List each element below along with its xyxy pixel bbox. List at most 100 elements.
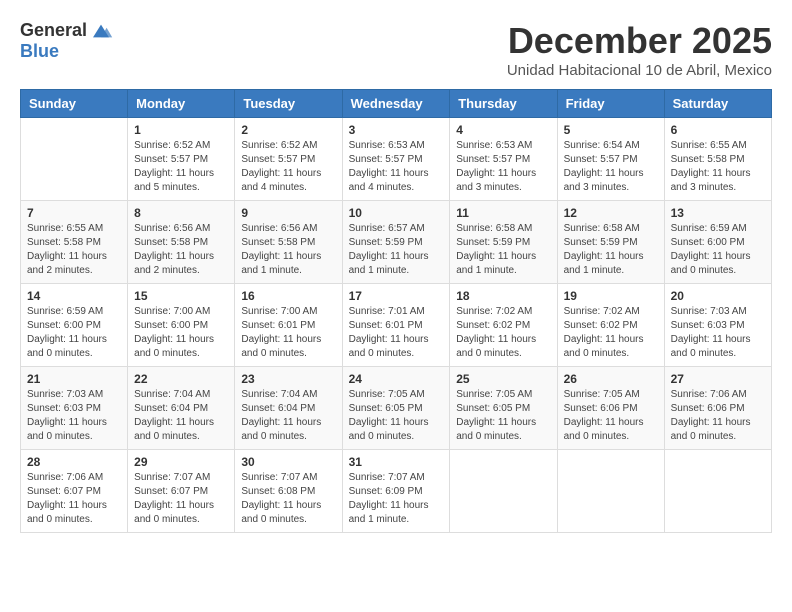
day-number: 15 <box>134 289 228 303</box>
calendar-cell: 15 Sunrise: 7:00 AMSunset: 6:00 PMDayligh… <box>128 284 235 367</box>
day-number: 4 <box>456 123 550 137</box>
day-number: 16 <box>241 289 335 303</box>
calendar-header-wednesday: Wednesday <box>342 90 450 118</box>
calendar-cell: 21Sunrise: 7:03 AMSunset: 6:03 PMDayligh… <box>21 367 128 450</box>
calendar-cell: 10 Sunrise: 6:57 AMSunset: 5:59 PMDayligh… <box>342 201 450 284</box>
title-block: December 2025 Unidad Habitacional 10 de … <box>507 20 772 79</box>
logo-blue-text: Blue <box>20 41 59 62</box>
calendar-cell: 4 Sunrise: 6:53 AMSunset: 5:57 PMDaylight… <box>450 118 557 201</box>
calendar-cell: 17 Sunrise: 7:01 AMSunset: 6:01 PMDayligh… <box>342 284 450 367</box>
day-number: 26 <box>564 372 658 386</box>
day-number: 3 <box>349 123 444 137</box>
day-info: Sunrise: 7:02 AMSunset: 6:02 PMDaylight:… <box>456 305 550 361</box>
day-number: 12 <box>564 206 658 220</box>
location-subtitle: Unidad Habitacional 10 de Abril, Mexico <box>507 62 772 79</box>
calendar-cell: 3 Sunrise: 6:53 AMSunset: 5:57 PMDaylight… <box>342 118 450 201</box>
day-number: 2 <box>241 123 335 137</box>
calendar-cell: 23Sunrise: 7:04 AMSunset: 6:04 PMDayligh… <box>235 367 342 450</box>
calendar-cell: 22 Sunrise: 7:04 AMSunset: 6:04 PMDayligh… <box>128 367 235 450</box>
calendar-week-row: 14 Sunrise: 6:59 AMSunset: 6:00 PMDayligh… <box>21 284 772 367</box>
day-number: 21 <box>27 372 121 386</box>
calendar-cell: 5Sunrise: 6:54 AMSunset: 5:57 PMDaylight… <box>557 118 664 201</box>
day-info: Sunrise: 6:54 AMSunset: 5:57 PMDaylight:… <box>564 139 658 195</box>
calendar-header-saturday: Saturday <box>664 90 771 118</box>
calendar-header-sunday: Sunday <box>21 90 128 118</box>
day-info: Sunrise: 7:02 AMSunset: 6:02 PMDaylight:… <box>564 305 658 361</box>
logo: General Blue <box>20 20 113 62</box>
calendar-cell: 2Sunrise: 6:52 AMSunset: 5:57 PMDaylight… <box>235 118 342 201</box>
calendar-cell: 19 Sunrise: 7:02 AMSunset: 6:02 PMDayligh… <box>557 284 664 367</box>
calendar-table: SundayMondayTuesdayWednesdayThursdayFrid… <box>20 89 772 533</box>
calendar-header-thursday: Thursday <box>450 90 557 118</box>
logo-general-text: General <box>20 20 87 41</box>
day-info: Sunrise: 7:01 AMSunset: 6:01 PMDaylight:… <box>349 305 444 361</box>
day-number: 24 <box>349 372 444 386</box>
day-info: Sunrise: 6:55 AMSunset: 5:58 PMDaylight:… <box>671 139 765 195</box>
day-number: 30 <box>241 455 335 469</box>
calendar-cell: 30 Sunrise: 7:07 AMSunset: 6:08 PMDayligh… <box>235 450 342 533</box>
day-number: 18 <box>456 289 550 303</box>
calendar-cell <box>21 118 128 201</box>
day-number: 31 <box>349 455 444 469</box>
calendar-cell: 20Sunrise: 7:03 AMSunset: 6:03 PMDayligh… <box>664 284 771 367</box>
day-info: Sunrise: 7:06 AMSunset: 6:07 PMDaylight:… <box>27 471 121 527</box>
day-info: Sunrise: 6:56 AMSunset: 5:58 PMDaylight:… <box>241 222 335 278</box>
day-info: Sunrise: 6:57 AMSunset: 5:59 PMDaylight:… <box>349 222 444 278</box>
day-info: Sunrise: 7:05 AMSunset: 6:05 PMDaylight:… <box>349 388 444 444</box>
day-number: 11 <box>456 206 550 220</box>
day-number: 27 <box>671 372 765 386</box>
calendar-cell: 8Sunrise: 6:56 AMSunset: 5:58 PMDaylight… <box>128 201 235 284</box>
calendar-week-row: 21Sunrise: 7:03 AMSunset: 6:03 PMDayligh… <box>21 367 772 450</box>
page-header: General Blue December 2025 Unidad Habita… <box>20 20 772 79</box>
day-number: 6 <box>671 123 765 137</box>
day-number: 7 <box>27 206 121 220</box>
calendar-cell: 1 Sunrise: 6:52 AMSunset: 5:57 PMDaylight… <box>128 118 235 201</box>
day-info: Sunrise: 7:00 AMSunset: 6:01 PMDaylight:… <box>241 305 335 361</box>
day-info: Sunrise: 6:53 AMSunset: 5:57 PMDaylight:… <box>349 139 444 195</box>
calendar-cell: 7Sunrise: 6:55 AMSunset: 5:58 PMDaylight… <box>21 201 128 284</box>
day-info: Sunrise: 7:07 AMSunset: 6:08 PMDaylight:… <box>241 471 335 527</box>
calendar-cell: 27 Sunrise: 7:06 AMSunset: 6:06 PMDayligh… <box>664 367 771 450</box>
calendar-cell: 25 Sunrise: 7:05 AMSunset: 6:05 PMDayligh… <box>450 367 557 450</box>
calendar-cell <box>664 450 771 533</box>
calendar-week-row: 28 Sunrise: 7:06 AMSunset: 6:07 PMDayligh… <box>21 450 772 533</box>
day-info: Sunrise: 6:52 AMSunset: 5:57 PMDaylight:… <box>134 139 228 195</box>
day-info: Sunrise: 7:00 AMSunset: 6:00 PMDaylight:… <box>134 305 228 361</box>
day-info: Sunrise: 6:56 AMSunset: 5:58 PMDaylight:… <box>134 222 228 278</box>
day-info: Sunrise: 6:58 AMSunset: 5:59 PMDaylight:… <box>456 222 550 278</box>
calendar-header-row: SundayMondayTuesdayWednesdayThursdayFrid… <box>21 90 772 118</box>
day-info: Sunrise: 6:59 AMSunset: 6:00 PMDaylight:… <box>671 222 765 278</box>
calendar-header-tuesday: Tuesday <box>235 90 342 118</box>
day-number: 22 <box>134 372 228 386</box>
day-number: 28 <box>27 455 121 469</box>
day-number: 20 <box>671 289 765 303</box>
day-info: Sunrise: 7:06 AMSunset: 6:06 PMDaylight:… <box>671 388 765 444</box>
calendar-cell: 28 Sunrise: 7:06 AMSunset: 6:07 PMDayligh… <box>21 450 128 533</box>
day-number: 29 <box>134 455 228 469</box>
day-number: 14 <box>27 289 121 303</box>
day-info: Sunrise: 7:04 AMSunset: 6:04 PMDaylight:… <box>134 388 228 444</box>
day-number: 10 <box>349 206 444 220</box>
calendar-cell: 26Sunrise: 7:05 AMSunset: 6:06 PMDayligh… <box>557 367 664 450</box>
calendar-week-row: 7Sunrise: 6:55 AMSunset: 5:58 PMDaylight… <box>21 201 772 284</box>
day-info: Sunrise: 6:59 AMSunset: 6:00 PMDaylight:… <box>27 305 121 361</box>
calendar-cell: 29 Sunrise: 7:07 AMSunset: 6:07 PMDayligh… <box>128 450 235 533</box>
day-info: Sunrise: 6:58 AMSunset: 5:59 PMDaylight:… <box>564 222 658 278</box>
day-number: 19 <box>564 289 658 303</box>
day-info: Sunrise: 7:07 AMSunset: 6:07 PMDaylight:… <box>134 471 228 527</box>
calendar-cell: 6 Sunrise: 6:55 AMSunset: 5:58 PMDaylight… <box>664 118 771 201</box>
day-number: 17 <box>349 289 444 303</box>
day-info: Sunrise: 7:05 AMSunset: 6:05 PMDaylight:… <box>456 388 550 444</box>
day-info: Sunrise: 6:53 AMSunset: 5:57 PMDaylight:… <box>456 139 550 195</box>
calendar-cell <box>557 450 664 533</box>
calendar-cell: 14 Sunrise: 6:59 AMSunset: 6:00 PMDayligh… <box>21 284 128 367</box>
day-number: 25 <box>456 372 550 386</box>
day-info: Sunrise: 7:07 AMSunset: 6:09 PMDaylight:… <box>349 471 444 527</box>
day-number: 1 <box>134 123 228 137</box>
day-number: 9 <box>241 206 335 220</box>
day-number: 13 <box>671 206 765 220</box>
calendar-header-friday: Friday <box>557 90 664 118</box>
calendar-cell: 18 Sunrise: 7:02 AMSunset: 6:02 PMDayligh… <box>450 284 557 367</box>
day-number: 23 <box>241 372 335 386</box>
calendar-cell: 13 Sunrise: 6:59 AMSunset: 6:00 PMDayligh… <box>664 201 771 284</box>
